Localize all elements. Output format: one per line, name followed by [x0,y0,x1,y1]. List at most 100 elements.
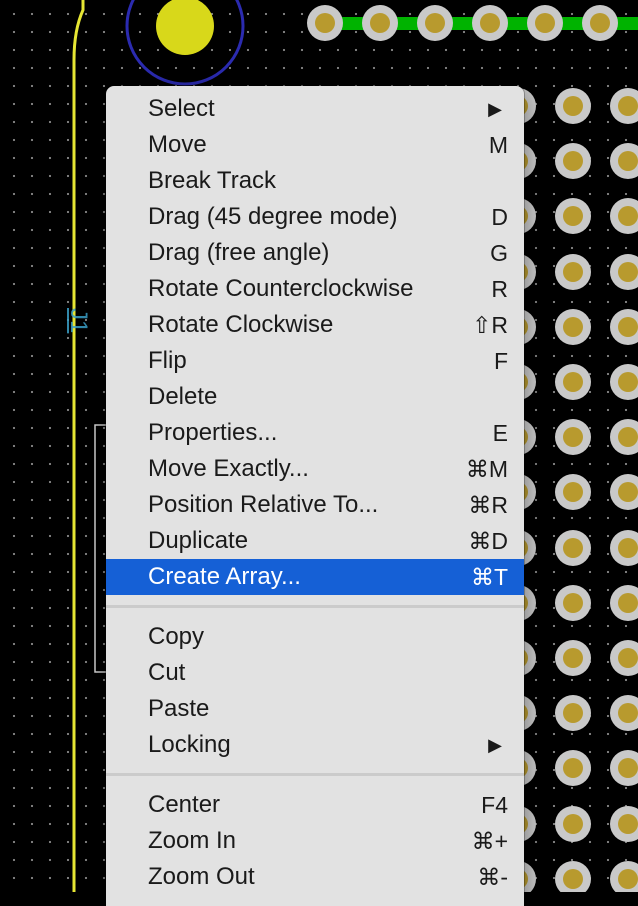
menu-item-shortcut: D [491,204,508,230]
menu-item-label: Rotate Clockwise [148,311,334,338]
pad-hole [563,96,583,116]
menu-item-shortcut: E [492,420,508,446]
pad-hole [618,206,638,226]
menu-item-label: Drag (free angle) [148,239,330,266]
pad-hole [563,317,583,337]
pad-hole [618,703,638,723]
menu-item-move[interactable]: Move M [106,127,524,163]
pad-hole [618,648,638,668]
menu-item-shortcut: ⌘M [465,456,508,482]
menu-item-zoom-out[interactable]: Zoom Out ⌘- [106,859,524,895]
submenu-arrow-icon: ▶ [488,735,502,755]
pad-hole [618,758,638,778]
menu-item-rotate-ccw[interactable]: Rotate Counterclockwise R [106,271,524,307]
menu-item-label: Zoom Out [148,863,255,890]
pad-hole [618,482,638,502]
menu-item-label: Cut [148,659,186,686]
context-menu: Select ▶ Move M Break Track Drag (45 degree m… [106,86,524,906]
menu-item-center[interactable]: Center F4 [106,787,524,823]
menu-item-break-track[interactable]: Break Track [106,163,524,199]
menu-item-shortcut: ⌘+ [471,828,508,854]
menu-item-drag-45[interactable]: Drag (45 degree mode) D [106,199,524,235]
pad-hole [618,262,638,282]
pad-hole [563,593,583,613]
menu-item-label: Zoom In [148,827,237,854]
menu-item-label: Duplicate [148,527,249,554]
pad-hole [425,13,445,33]
pad-hole [563,372,583,392]
menu-separator [106,763,524,787]
board-outline [72,0,85,892]
pad-hole [563,151,583,171]
pad-hole [315,13,335,33]
mounting-hole-pad [156,0,214,55]
menu-item-shortcut: G [490,240,508,266]
pad-hole [563,427,583,447]
pad-hole [563,758,583,778]
pad-hole [563,869,583,889]
menu-item-paste[interactable]: Paste [106,691,524,727]
pad-hole [563,648,583,668]
pad-hole [618,151,638,171]
pad-hole [590,13,610,33]
menu-item-label: Paste [148,695,210,722]
pad-hole [480,13,500,33]
menu-item-label: Position Relative To... [148,491,379,518]
menu-item-copy[interactable]: Copy [106,619,524,655]
menu-item-shortcut: F [493,348,508,374]
menu-item-label: Select [148,95,215,122]
menu-item-shortcut: ⌘D [468,528,508,554]
menu-item-label: Center [148,791,221,818]
menu-item-label: Delete [148,383,218,410]
menu-item-zoom-in[interactable]: Zoom In ⌘+ [106,823,524,859]
menu-item-label: Drag (45 degree mode) [148,203,398,230]
pad-hole [618,372,638,392]
menu-item-label: Copy [148,623,205,650]
menu-item-drag-free-angle[interactable]: Drag (free angle) G [106,235,524,271]
menu-item-move-exactly[interactable]: Move Exactly... ⌘M [106,451,524,487]
reference-designator: J1 [65,308,92,334]
pad-hole [563,814,583,834]
pad-hole [618,427,638,447]
pad-hole [563,538,583,558]
menu-item-label: Locking [148,731,231,758]
menu-item-label: Rotate Counterclockwise [148,275,414,302]
menu-item-shortcut: ⌘- [477,864,508,890]
menu-item-delete[interactable]: Delete [106,379,524,415]
menu-item-shortcut: ⌘R [468,492,508,518]
menu-item-flip[interactable]: Flip F [106,343,524,379]
menu-item-locking[interactable]: Locking ▶ [106,727,524,763]
menu-item-shortcut: M [488,132,508,158]
pad-hole [618,317,638,337]
pad-hole [563,703,583,723]
pad-hole [618,814,638,834]
menu-item-shortcut: R [491,276,508,302]
menu-item-label: Flip [148,347,187,374]
pad-hole [535,13,555,33]
pad-hole [618,96,638,116]
menu-item-label: Break Track [148,167,277,194]
menu-item-duplicate[interactable]: Duplicate ⌘D [106,523,524,559]
menu-item-shortcut: ⌘T [470,564,508,590]
pad-hole [370,13,390,33]
menu-separator [106,595,524,619]
menu-item-shortcut: F4 [481,792,508,818]
menu-item-label: Properties... [148,419,278,446]
menu-item-create-array[interactable]: Create Array... ⌘T [106,559,524,595]
submenu-arrow-icon: ▶ [488,99,502,119]
pad-hole [563,482,583,502]
menu-item-label: Move Exactly... [148,455,309,482]
menu-item-cut[interactable]: Cut [106,655,524,691]
menu-item-label: Create Array... [148,563,301,590]
menu-item-shortcut: ⇧R [472,312,508,338]
menu-item-select[interactable]: Select ▶ [106,91,524,127]
pad-hole [563,262,583,282]
menu-item-label: Move [148,131,207,158]
pad-hole [618,869,638,889]
menu-item-rotate-cw[interactable]: Rotate Clockwise ⇧R [106,307,524,343]
menu-item-properties[interactable]: Properties... E [106,415,524,451]
pad-hole [618,538,638,558]
pad-hole [563,206,583,226]
menu-item-position-relative[interactable]: Position Relative To... ⌘R [106,487,524,523]
pad-hole [618,593,638,613]
